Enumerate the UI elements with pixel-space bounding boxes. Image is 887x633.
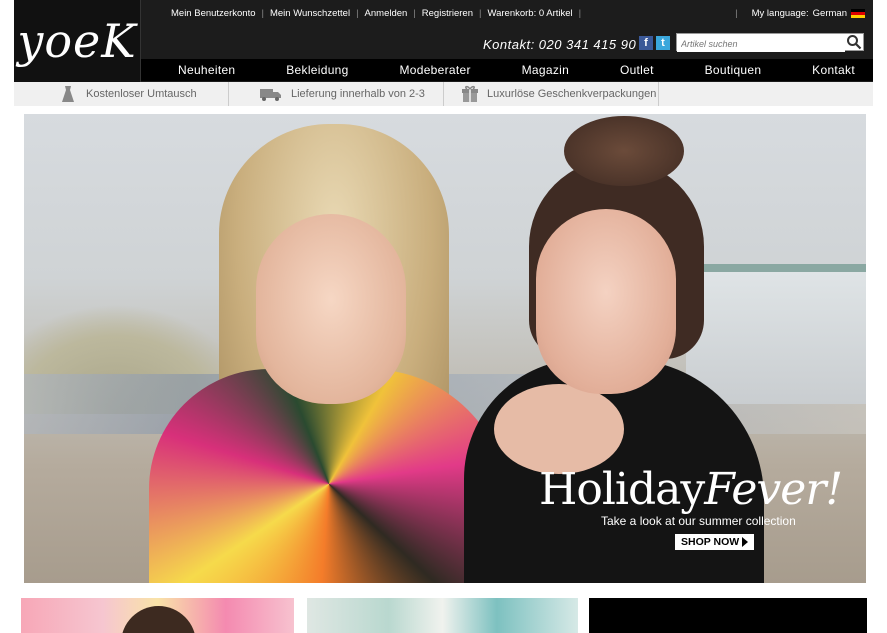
search-icon[interactable] — [846, 34, 862, 50]
feature-gift-wrap: Luxurlöse Geschenkverpackungen — [444, 82, 659, 106]
top-navigation: Mein Benutzerkonto | Mein Wunschzettel | A… — [165, 8, 581, 19]
thumbnail-model — [121, 606, 196, 633]
gift-icon — [462, 85, 478, 102]
nav-modeberater[interactable]: Modeberater — [399, 63, 470, 77]
search-box — [676, 33, 864, 52]
shop-now-label: SHOP NOW — [681, 536, 740, 548]
language-label: My language: — [751, 8, 809, 19]
nav-boutiquen[interactable]: Boutiquen — [705, 63, 762, 77]
promo-title-italic: Fever! — [704, 464, 843, 515]
truck-icon — [260, 89, 281, 101]
facebook-icon[interactable]: f — [639, 36, 653, 50]
shop-now-button[interactable]: SHOP NOW — [675, 534, 755, 550]
features-bar: Kostenloser Umtausch Lieferung innerhalb… — [14, 82, 873, 106]
feature-label: Kostenloser Umtausch — [86, 88, 197, 100]
promo-title: HolidayFever! — [539, 464, 843, 515]
model-2-bun — [564, 116, 684, 186]
nav-kontakt[interactable]: Kontakt — [812, 63, 855, 77]
wishlist-link[interactable]: Mein Wunschzettel — [264, 8, 356, 19]
search-input[interactable] — [677, 36, 845, 52]
promo-title-main: Holiday — [539, 464, 705, 515]
promo-thumbnail-1[interactable] — [21, 598, 294, 633]
promo-thumbnail-2[interactable] — [307, 598, 578, 633]
feature-delivery: Lieferung innerhalb von 2-3 — [229, 82, 444, 106]
login-link[interactable]: Anmelden — [359, 8, 414, 19]
promo-thumbnail-3[interactable] — [589, 598, 867, 633]
model-2-face — [536, 209, 676, 394]
twitter-icon[interactable]: t — [656, 36, 670, 50]
language-selector[interactable]: | My language: German — [735, 8, 865, 19]
feature-label: Luxurlöse Geschenkverpackungen — [487, 88, 657, 100]
background-building — [686, 264, 866, 404]
nav-outlet[interactable]: Outlet — [620, 63, 654, 77]
cart-link[interactable]: Warenkorb: 0 Artikel — [481, 8, 578, 19]
logo-text: yoeK — [17, 14, 137, 68]
account-link[interactable]: Mein Benutzerkonto — [165, 8, 262, 19]
contact-phone: Kontakt: 020 341 415 90 — [483, 37, 637, 52]
german-flag-icon[interactable] — [851, 9, 865, 18]
model-1-face — [256, 214, 406, 404]
feature-free-exchange: Kostenloser Umtausch — [14, 82, 229, 106]
separator: | — [578, 8, 582, 19]
social-links: f t — [639, 36, 670, 50]
dress-icon — [62, 86, 74, 102]
main-navigation: Neuheiten Bekleidung Modeberater Magazin… — [141, 59, 873, 81]
arrow-right-icon — [742, 537, 749, 547]
separator: | — [735, 8, 738, 19]
language-value[interactable]: German — [813, 8, 847, 19]
nav-magazin[interactable]: Magazin — [522, 63, 569, 77]
promo-subtitle: Take a look at our summer collection — [601, 514, 796, 528]
register-link[interactable]: Registrieren — [416, 8, 479, 19]
nav-bekleidung[interactable]: Bekleidung — [286, 63, 348, 77]
hero-banner[interactable]: HolidayFever! Take a look at our summer … — [24, 114, 866, 583]
logo[interactable]: yoeK — [14, 0, 141, 82]
feature-label: Lieferung innerhalb von 2-3 — [291, 88, 425, 100]
model-2-shoulder — [494, 384, 624, 474]
nav-neuheiten[interactable]: Neuheiten — [178, 63, 235, 77]
